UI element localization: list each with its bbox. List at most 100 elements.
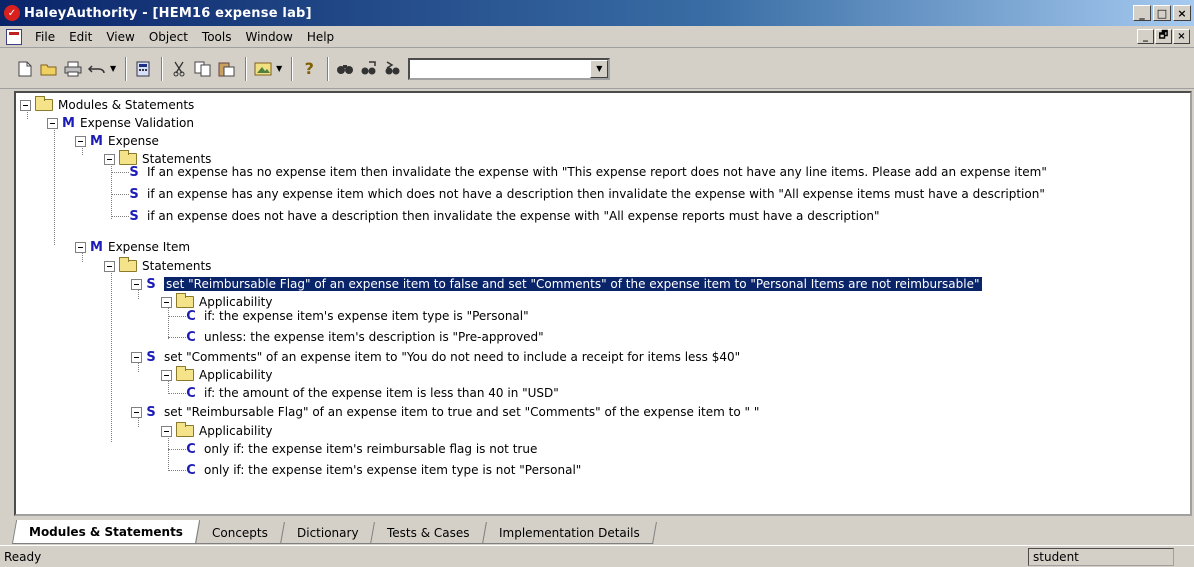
paste-icon[interactable] — [216, 58, 238, 80]
find-replace-icon[interactable] — [382, 58, 404, 80]
modules-tree[interactable]: Modules & Statements M Expense Validatio… — [14, 91, 1192, 516]
tree-label: Applicability — [199, 424, 273, 438]
tab-implementation-details[interactable]: Implementation Details — [481, 522, 657, 544]
tree-node-root[interactable]: Modules & Statements — [20, 96, 194, 114]
minimize-button[interactable]: _ — [1133, 5, 1151, 21]
tree-label: If an expense has no expense item then i… — [147, 165, 1047, 179]
tree-connector — [111, 172, 129, 173]
open-icon[interactable] — [38, 58, 60, 80]
collapse-icon[interactable] — [104, 260, 115, 272]
menu-tools[interactable]: Tools — [195, 30, 239, 44]
tree-node-folder[interactable]: Applicability — [161, 366, 273, 384]
menu-view[interactable]: View — [99, 30, 141, 44]
collapse-icon[interactable] — [75, 241, 86, 253]
tree-node-folder[interactable]: Statements — [104, 257, 211, 275]
tree-label: unless: the expense item's description i… — [204, 330, 544, 344]
tree-node-statement[interactable]: S if an expense does not have a descript… — [129, 207, 879, 225]
tree-node-statement[interactable]: S If an expense has no expense item then… — [129, 163, 1047, 181]
tree-node-condition[interactable]: C only if: the expense item's reimbursab… — [186, 440, 537, 458]
tree-node-statement[interactable]: S if an expense has any expense item whi… — [129, 185, 1045, 203]
tree-node-statement[interactable]: S set "Reimbursable Flag" of an expense … — [131, 403, 759, 421]
doc-minimize-button[interactable]: _ — [1137, 29, 1154, 44]
tree-label: Expense Validation — [80, 116, 194, 130]
collapse-icon[interactable] — [104, 153, 115, 165]
image-icon[interactable] — [252, 58, 274, 80]
menu-object[interactable]: Object — [142, 30, 195, 44]
module-icon: M — [90, 239, 103, 255]
tree-connector — [111, 216, 129, 217]
tree-label-selected: set "Reimbursable Flag" of an expense it… — [163, 276, 983, 292]
document-icon[interactable] — [6, 28, 22, 45]
tree-connector — [168, 337, 186, 338]
haley-app-icon[interactable]: ✓ — [4, 5, 20, 21]
collapse-icon[interactable] — [47, 117, 58, 129]
collapse-icon[interactable] — [75, 135, 86, 147]
tree-node-module[interactable]: M Expense — [75, 132, 159, 150]
tab-label: Implementation Details — [498, 525, 640, 540]
print-icon[interactable] — [62, 58, 84, 80]
tree-node-module[interactable]: M Expense Item — [75, 238, 190, 256]
calculator-icon[interactable] — [132, 58, 154, 80]
status-user: student — [1028, 547, 1174, 566]
toolbar-separator — [245, 56, 248, 81]
document-controls: _ 🗗 × — [1137, 29, 1190, 44]
menu-help[interactable]: Help — [300, 30, 341, 44]
menu-edit[interactable]: Edit — [62, 30, 99, 44]
tree-node-condition[interactable]: C if: the amount of the expense item is … — [186, 384, 559, 402]
search-input[interactable] — [410, 59, 591, 78]
search-dropdown-icon[interactable]: ▼ — [590, 59, 609, 78]
toolbar-separator — [161, 56, 164, 81]
condition-icon: C — [186, 385, 196, 401]
tab-modules-statements[interactable]: Modules & Statements — [11, 520, 201, 544]
tree-label: set "Comments" of an expense item to "Yo… — [164, 350, 741, 364]
tree-node-condition[interactable]: C if: the expense item's expense item ty… — [186, 307, 528, 325]
tree-node-statement[interactable]: S set "Comments" of an expense item to "… — [131, 348, 740, 366]
window-title: HaleyAuthority - [HEM16 expense lab] — [24, 5, 312, 21]
toolbar-separator — [125, 56, 128, 81]
doc-close-button[interactable]: × — [1173, 29, 1190, 44]
tree-node-folder[interactable]: Applicability — [161, 422, 273, 440]
close-button[interactable]: × — [1173, 5, 1191, 21]
title-bar[interactable]: ✓ HaleyAuthority - [HEM16 expense lab] _… — [0, 0, 1194, 26]
collapse-icon[interactable] — [20, 99, 31, 111]
collapse-icon[interactable] — [161, 296, 172, 308]
tab-dictionary[interactable]: Dictionary — [279, 522, 376, 544]
tab-concepts[interactable]: Concepts — [195, 522, 285, 544]
search-combo[interactable]: ▼ — [408, 57, 611, 80]
app-window: ✓ HaleyAuthority - [HEM16 expense lab] _… — [0, 0, 1194, 567]
tree-label: Statements — [142, 259, 212, 273]
find-next-icon[interactable] — [358, 58, 380, 80]
tree-node-module[interactable]: M Expense Validation — [47, 114, 194, 132]
tree-label: Expense — [108, 134, 159, 148]
maximize-button[interactable]: □ — [1153, 5, 1171, 21]
tree-node-condition[interactable]: C only if: the expense item's expense it… — [186, 461, 581, 479]
status-text: Ready — [4, 549, 42, 564]
toolbar: ▼ ▼ ? ▼ — [0, 49, 1194, 89]
menu-window[interactable]: Window — [238, 30, 299, 44]
cut-icon[interactable] — [168, 58, 190, 80]
folder-icon — [176, 422, 194, 437]
collapse-icon[interactable] — [131, 278, 142, 290]
image-dropdown-icon[interactable]: ▼ — [276, 64, 282, 73]
copy-icon[interactable] — [192, 58, 214, 80]
collapse-icon[interactable] — [131, 351, 142, 363]
doc-restore-button[interactable]: 🗗 — [1155, 29, 1172, 44]
toolbar-separator — [291, 56, 294, 81]
statement-icon: S — [129, 208, 139, 224]
tree-connector — [111, 194, 129, 195]
tree-connector — [168, 449, 186, 450]
collapse-icon[interactable] — [161, 425, 172, 437]
tree-connector — [54, 126, 55, 245]
collapse-icon[interactable] — [161, 369, 172, 381]
collapse-icon[interactable] — [131, 406, 142, 418]
tab-tests-cases[interactable]: Tests & Cases — [370, 522, 487, 544]
menu-file[interactable]: File — [28, 30, 62, 44]
undo-icon[interactable] — [86, 58, 108, 80]
tree-node-condition[interactable]: C unless: the expense item's description… — [186, 328, 544, 346]
undo-dropdown-icon[interactable]: ▼ — [110, 64, 116, 73]
tree-node-statement[interactable]: S set "Reimbursable Flag" of an expense … — [131, 275, 983, 293]
help-icon[interactable]: ? — [298, 58, 320, 80]
find-icon[interactable] — [334, 58, 356, 80]
bottom-tabs: Modules & Statements Concepts Dictionary… — [11, 518, 1192, 544]
new-icon[interactable] — [14, 58, 36, 80]
